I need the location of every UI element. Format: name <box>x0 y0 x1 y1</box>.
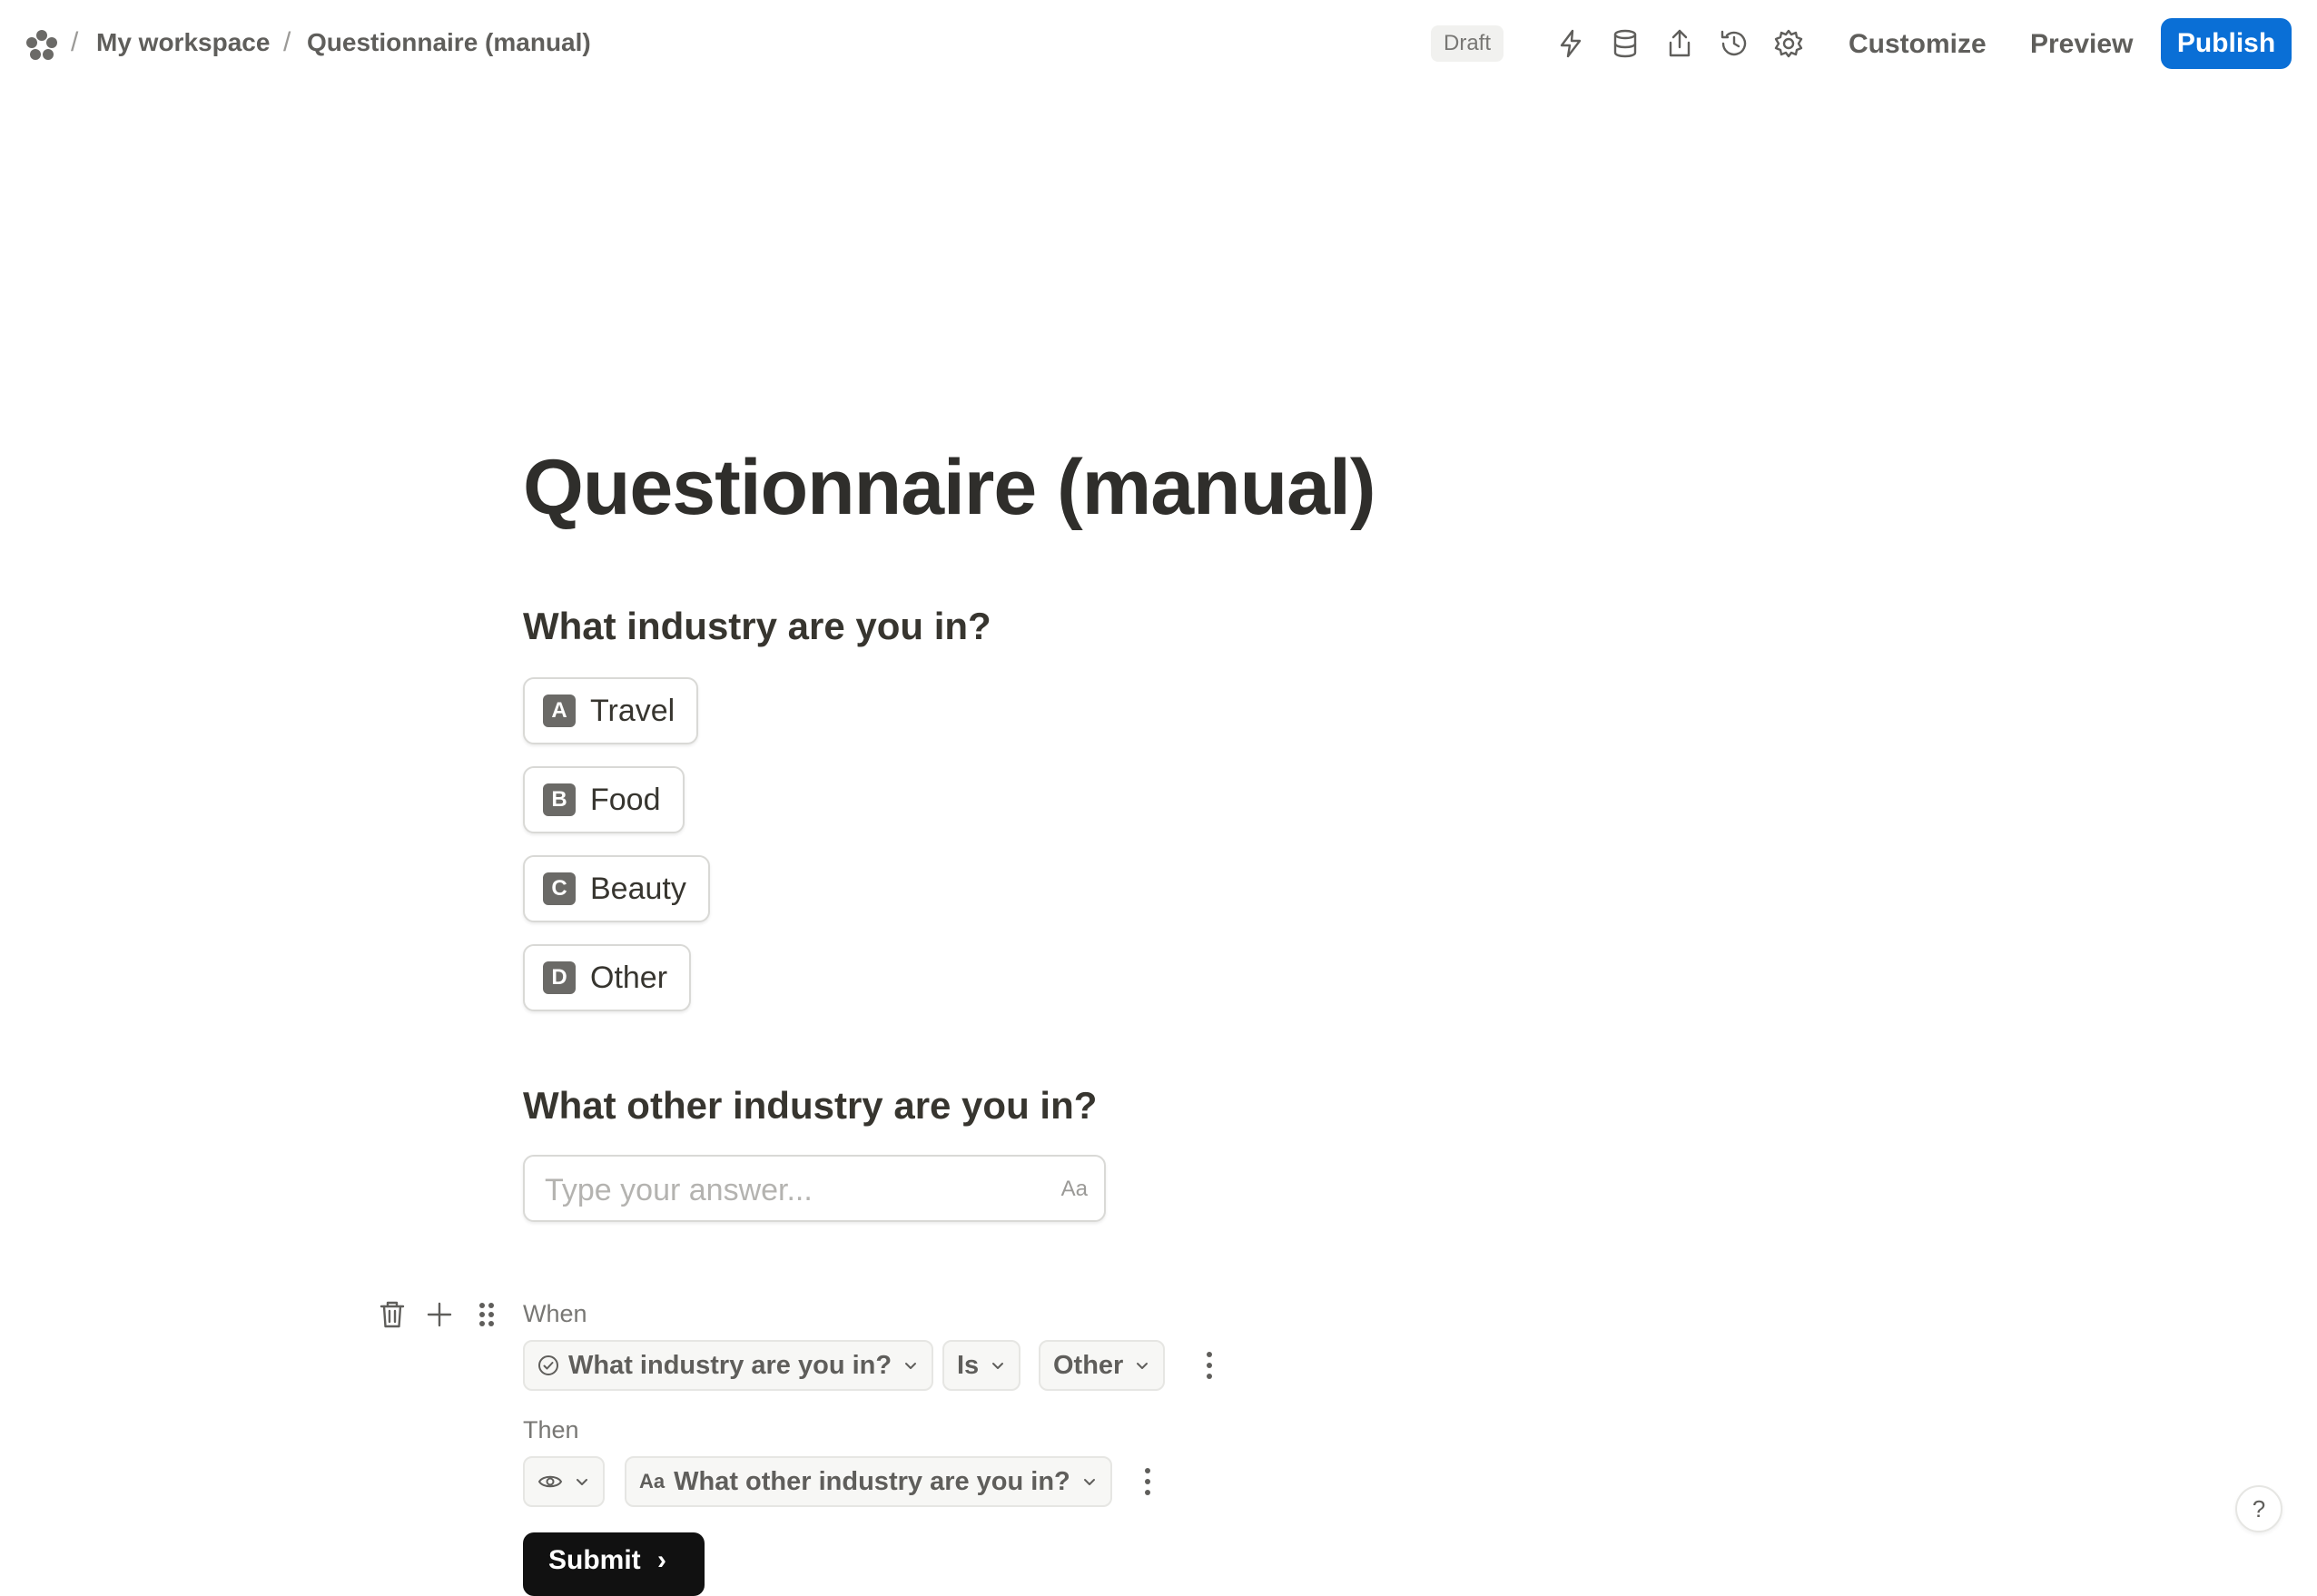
answer-input[interactable]: Aa <box>523 1155 1106 1222</box>
preview-button[interactable]: Preview <box>2030 25 2133 64</box>
plus-icon[interactable] <box>423 1298 456 1331</box>
eye-icon <box>537 1475 563 1488</box>
question-other-industry[interactable]: What other industry are you in? <box>523 1084 1097 1128</box>
condition-more-icon[interactable] <box>1200 1347 1218 1384</box>
choice-key: C <box>543 872 576 905</box>
check-circle-icon <box>538 1355 558 1375</box>
choice-label: Other <box>590 960 668 995</box>
publish-button[interactable]: Publish <box>2161 18 2292 69</box>
condition-field-label: What industry are you in? <box>568 1350 892 1380</box>
chevron-down-icon <box>992 1363 1004 1369</box>
share-icon[interactable] <box>1663 27 1696 60</box>
help-button[interactable]: ? <box>2235 1485 2282 1532</box>
breadcrumb-form[interactable]: Questionnaire (manual) <box>307 28 591 57</box>
choice-option[interactable]: A Travel <box>523 677 699 744</box>
action-more-icon[interactable] <box>1139 1463 1157 1500</box>
arrow-right-icon: › <box>657 1545 667 1575</box>
when-label: When <box>523 1300 587 1327</box>
workspace-logo-icon[interactable] <box>24 27 60 64</box>
then-label: Then <box>523 1416 579 1443</box>
text-type-icon: Aa <box>1060 1177 1088 1201</box>
breadcrumb-separator: / <box>283 27 291 57</box>
choice-key: B <box>543 783 576 816</box>
choice-option[interactable]: C Beauty <box>523 855 710 922</box>
action-target-label: What other industry are you in? <box>674 1466 1070 1496</box>
question-industry[interactable]: What industry are you in? <box>523 605 991 648</box>
choice-label: Beauty <box>590 871 686 906</box>
drag-handle-icon[interactable] <box>470 1298 503 1331</box>
text-type-icon: Aa <box>639 1470 666 1493</box>
choice-label: Food <box>590 782 661 817</box>
breadcrumb-workspace[interactable]: My workspace <box>96 28 270 57</box>
condition-value-select[interactable]: Other <box>1039 1340 1166 1391</box>
operator-label: Is <box>957 1350 980 1380</box>
history-icon[interactable] <box>1718 27 1750 60</box>
trash-icon[interactable] <box>376 1298 409 1331</box>
settings-icon[interactable] <box>1772 27 1805 60</box>
top-bar: / My workspace / Questionnaire (manual) … <box>0 0 2317 89</box>
condition-value-label: Other <box>1053 1350 1124 1380</box>
choice-option[interactable]: D Other <box>523 944 692 1011</box>
chevron-down-icon <box>1137 1363 1149 1369</box>
action-target-select[interactable]: Aa What other industry are you in? <box>625 1456 1112 1507</box>
answer-text-field[interactable] <box>543 1167 1037 1213</box>
chevron-down-icon <box>1083 1479 1095 1485</box>
choice-key: A <box>543 695 576 727</box>
breadcrumb-separator: / <box>71 27 79 57</box>
choice-option[interactable]: B Food <box>523 766 685 833</box>
status-badge: Draft <box>1431 25 1504 62</box>
action-select[interactable] <box>523 1456 605 1507</box>
chevron-down-icon <box>905 1363 917 1369</box>
submit-button[interactable]: Submit › <box>523 1532 705 1596</box>
choice-key: D <box>543 961 576 994</box>
operator-select[interactable]: Is <box>942 1340 1021 1391</box>
chevron-down-icon <box>577 1479 587 1485</box>
customize-button[interactable]: Customize <box>1849 25 1987 64</box>
submit-label: Submit <box>548 1545 641 1575</box>
database-icon[interactable] <box>1609 27 1642 60</box>
condition-field-select[interactable]: What industry are you in? <box>523 1340 934 1391</box>
form-title[interactable]: Questionnaire (manual) <box>523 443 1375 533</box>
bolt-icon[interactable] <box>1554 27 1587 60</box>
choice-label: Travel <box>590 693 675 728</box>
